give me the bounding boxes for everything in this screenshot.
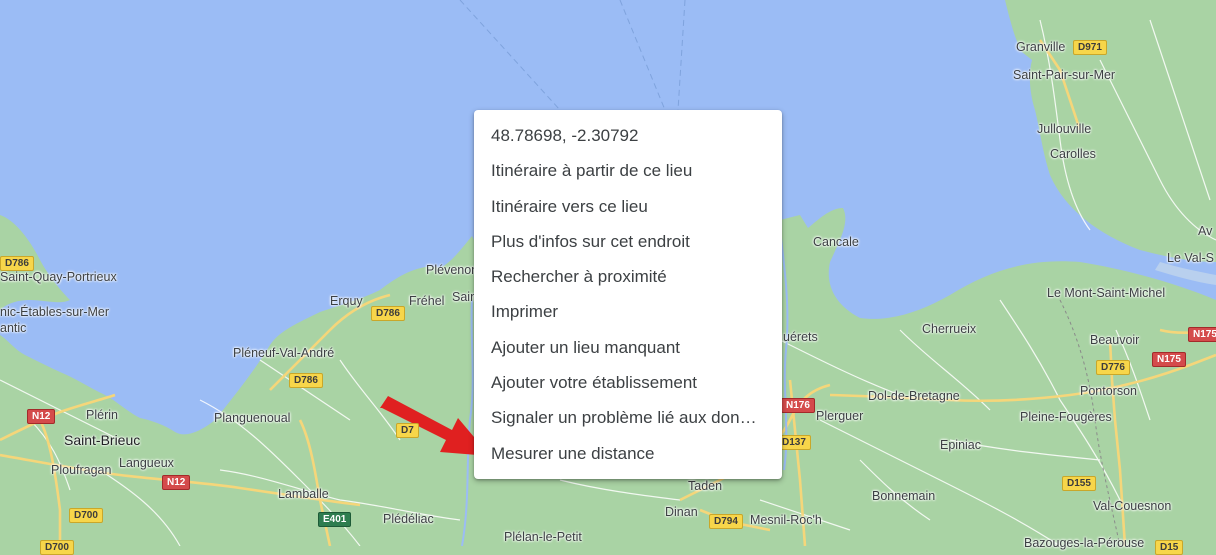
place-label-av: Av	[1198, 224, 1213, 238]
place-label-ploufragan: Ploufragan	[51, 463, 112, 477]
place-label-langueux: Langueux	[119, 456, 174, 470]
menu-item-directions-from[interactable]: Itinéraire à partir de ce lieu	[474, 153, 782, 188]
place-label-cancale: Cancale	[813, 235, 859, 249]
place-label-frehel: Fréhel	[409, 294, 445, 308]
road-shield-d15: D15	[1155, 540, 1184, 555]
place-label-bonnemain: Bonnemain	[872, 489, 936, 503]
place-label-cherrueix: Cherrueix	[922, 322, 977, 336]
road-shield-n175: N175	[1152, 352, 1186, 367]
place-label-plerguer: Plerguer	[816, 409, 864, 423]
menu-item-report-data-problem[interactable]: Signaler un problème lié aux données car…	[474, 400, 782, 435]
road-shield-n12-left: N12	[27, 409, 56, 424]
place-label-saint-brieuc: Saint-Brieuc	[64, 432, 141, 448]
road-shield-d776: D776	[1096, 360, 1130, 375]
road-shield-d700: D700	[69, 508, 103, 523]
place-label-plelan-le-petit: Plélan-le-Petit	[504, 530, 582, 544]
place-label-etables-sur-mer: nic-Étables-sur-Mer	[0, 305, 110, 319]
road-shield-d7: D7	[396, 423, 419, 438]
road-shield-d786-mid: D786	[371, 306, 405, 321]
place-label-mesnil-roch: Mesnil-Roc'h	[750, 513, 822, 527]
menu-item-search-nearby[interactable]: Rechercher à proximité	[474, 259, 782, 294]
place-label-epiniac: Epiniac	[940, 438, 981, 452]
menu-item-measure-distance[interactable]: Mesurer une distance	[474, 436, 782, 471]
menu-item-print[interactable]: Imprimer	[474, 294, 782, 329]
road-shield-e401: E401	[318, 512, 352, 527]
place-label-le-mont-saint-michel: Le Mont-Saint-Michel	[1047, 286, 1166, 300]
place-label-dinan: Dinan	[665, 505, 698, 519]
place-label-pontorson: Pontorson	[1080, 384, 1137, 398]
road-shield-d137: D137	[777, 435, 811, 450]
place-label-dol-de-bretagne: Dol-de-Bretagne	[868, 389, 960, 403]
place-label-plediliac: Plédéliac	[383, 512, 434, 526]
map-context-menu: 48.78698, -2.30792 Itinéraire à partir d…	[474, 110, 782, 479]
menu-item-whats-here[interactable]: Plus d'infos sur cet endroit	[474, 224, 782, 259]
place-label-pleneuf-val-andre: Pléneuf-Val-André	[233, 346, 335, 360]
road-shield-n176: N176	[781, 398, 815, 413]
road-shield-d155: D155	[1062, 476, 1096, 491]
place-label-erquy: Erquy	[330, 294, 363, 308]
road-shield-d971: D971	[1073, 40, 1107, 55]
menu-item-add-business[interactable]: Ajouter votre établissement	[474, 365, 782, 400]
place-label-beauvoir: Beauvoir	[1090, 333, 1140, 347]
place-label-jullouville: Jullouville	[1037, 122, 1092, 136]
place-label-pleine-fougeres: Pleine-Fougères	[1020, 410, 1112, 424]
place-label-saint-pair-sur-mer: Saint-Pair-sur-Mer	[1013, 68, 1116, 82]
place-label-granville: Granville	[1016, 40, 1066, 54]
place-label-antic: antic	[0, 321, 27, 335]
menu-item-directions-to[interactable]: Itinéraire vers ce lieu	[474, 189, 782, 224]
road-shield-n175-top: N175	[1188, 327, 1216, 342]
menu-item-add-missing-place[interactable]: Ajouter un lieu manquant	[474, 330, 782, 365]
place-label-val-couesnon: Val-Couesnon	[1093, 499, 1172, 513]
place-label-planguenoual: Planguenoual	[214, 411, 291, 425]
place-label-le-val-s: Le Val-S	[1167, 251, 1215, 265]
road-shield-d794: D794	[709, 514, 743, 529]
place-label-carolles: Carolles	[1050, 147, 1096, 161]
place-label-bazouges-la-perouse: Bazouges-la-Pérouse	[1024, 536, 1145, 550]
road-shield-d700-bottom: D700	[40, 540, 74, 555]
road-shield-d786-left: D786	[0, 256, 34, 271]
place-label-taden: Taden	[688, 479, 723, 493]
place-label-plerin: Plérin	[86, 408, 118, 422]
place-label-lamballe: Lamballe	[278, 487, 329, 501]
place-label-plevenon: Plévenon	[426, 263, 479, 277]
menu-item-coordinates[interactable]: 48.78698, -2.30792	[474, 118, 782, 153]
road-shield-n12-mid: N12	[162, 475, 191, 490]
place-label-saint-quay-portrieux: Saint-Quay-Portrieux	[0, 270, 117, 284]
road-shield-d786-lower: D786	[289, 373, 323, 388]
place-label-uerets: uérets	[783, 330, 818, 344]
